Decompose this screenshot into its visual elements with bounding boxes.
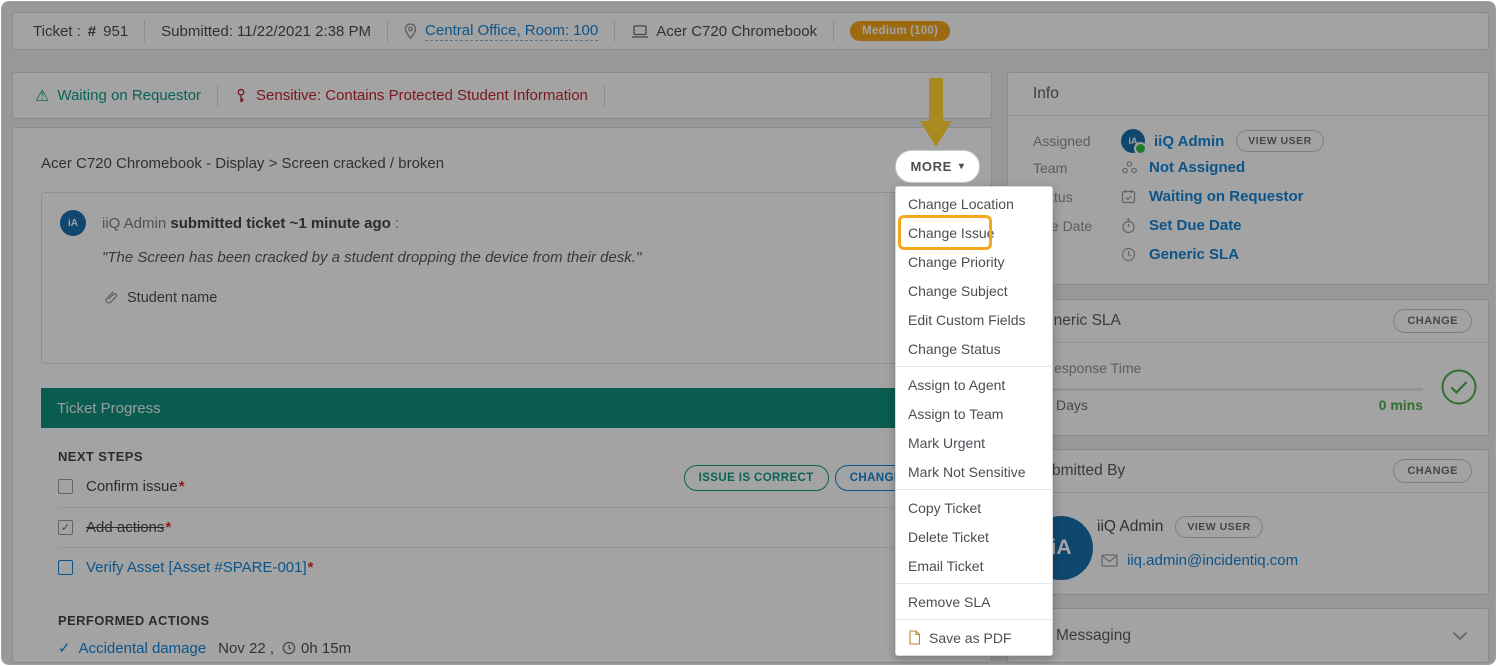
menu-item-change-location[interactable]: Change Location xyxy=(896,189,1052,218)
pdf-file-icon xyxy=(908,630,921,645)
dim-overlay xyxy=(2,2,1495,664)
menu-divider xyxy=(896,366,1052,367)
menu-item-change-issue[interactable]: Change Issue xyxy=(896,218,1052,247)
menu-item-assign-to-team[interactable]: Assign to Team xyxy=(896,399,1052,428)
menu-divider xyxy=(896,583,1052,584)
menu-item-delete-ticket[interactable]: Delete Ticket xyxy=(896,522,1052,551)
menu-item-edit-custom-fields[interactable]: Edit Custom Fields xyxy=(896,305,1052,334)
menu-item-remove-sla[interactable]: Remove SLA xyxy=(896,587,1052,616)
menu-item-change-status[interactable]: Change Status xyxy=(896,334,1052,363)
more-dropdown-menu: Change Location Change Issue Change Prio… xyxy=(895,186,1053,656)
more-button[interactable]: MORE ▾ xyxy=(895,150,980,183)
menu-item-change-subject[interactable]: Change Subject xyxy=(896,276,1052,305)
menu-item-mark-urgent[interactable]: Mark Urgent xyxy=(896,428,1052,457)
menu-divider xyxy=(896,489,1052,490)
menu-item-email-ticket[interactable]: Email Ticket xyxy=(896,551,1052,580)
annotation-arrow-down xyxy=(920,78,952,147)
menu-item-copy-ticket[interactable]: Copy Ticket xyxy=(896,493,1052,522)
menu-item-change-priority[interactable]: Change Priority xyxy=(896,247,1052,276)
menu-item-save-as-pdf[interactable]: Save as PDF xyxy=(896,623,1052,652)
caret-down-icon: ▾ xyxy=(959,161,965,172)
menu-divider xyxy=(896,619,1052,620)
menu-item-assign-to-agent[interactable]: Assign to Agent xyxy=(896,370,1052,399)
menu-item-mark-not-sensitive[interactable]: Mark Not Sensitive xyxy=(896,457,1052,486)
app-root: Ticket : # 951 Submitted: 11/22/2021 2:3… xyxy=(1,1,1496,665)
